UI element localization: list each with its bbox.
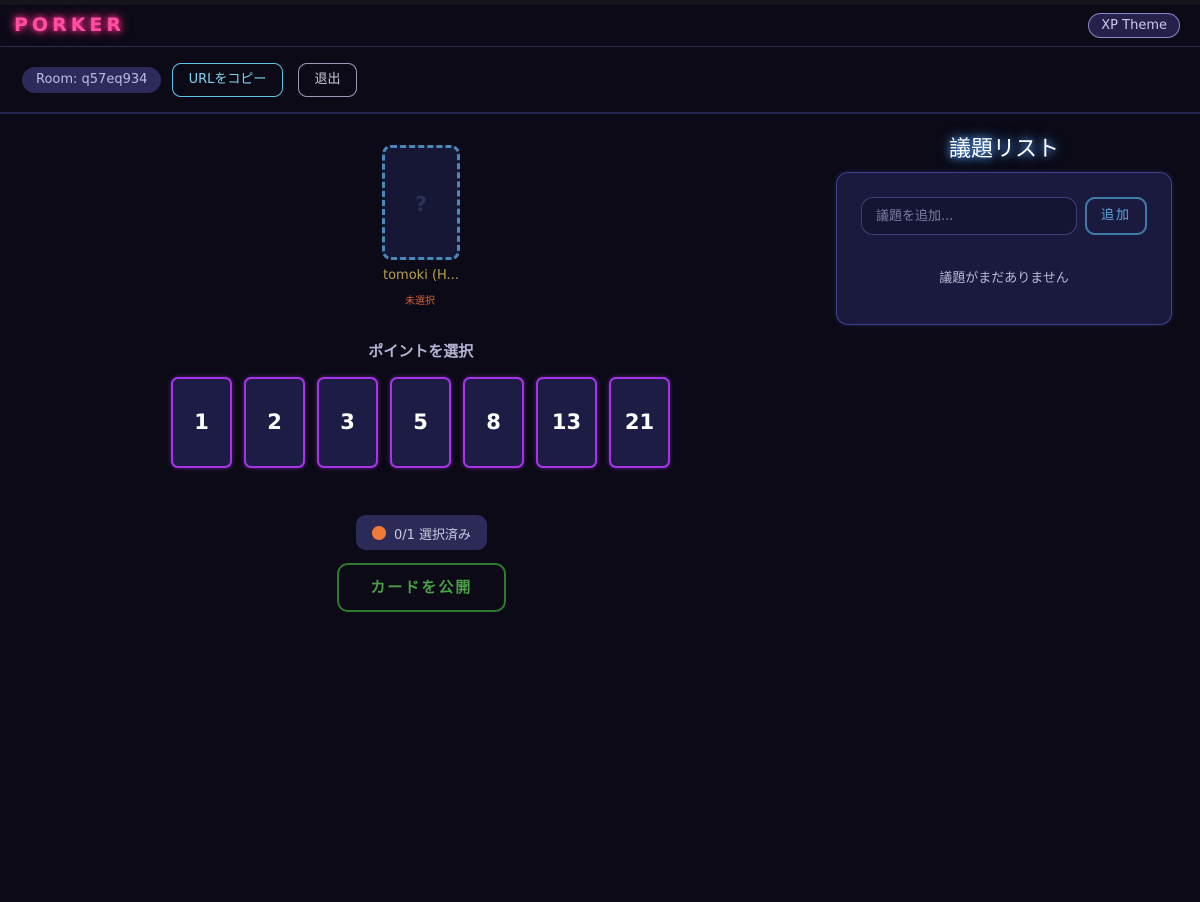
point-card-3[interactable]: 3 [317,377,378,468]
player-name: tomoki (H... [383,268,459,283]
point-card-2[interactable]: 2 [244,377,305,468]
app-header: PORKER XP Theme [0,5,1200,47]
point-card-21[interactable]: 21 [609,377,670,468]
vote-status-badge: 0/1 選択済み [356,515,487,550]
theme-toggle-button[interactable]: XP Theme [1088,13,1180,38]
copy-url-button[interactable]: URLをコピー [172,63,283,97]
topic-list-title: 議題リスト [948,137,1059,162]
point-card-13[interactable]: 13 [536,377,597,468]
point-card-8[interactable]: 8 [463,377,524,468]
player-status: 未選択 [405,296,435,307]
vote-status-text: 0/1 選択済み [394,528,472,543]
add-topic-button[interactable]: 追加 [1085,197,1147,235]
reveal-cards-button[interactable]: カードを公開 [337,563,506,612]
topic-empty-message: 議題がまだありません [939,271,1069,286]
player-card: ? [382,145,460,260]
room-id-badge: Room: q57eq934 [22,67,162,93]
app-logo: PORKER [14,14,126,36]
point-card-1[interactable]: 1 [171,377,232,468]
room-toolbar: Room: q57eq934 URLをコピー 退出 [0,48,1200,114]
exit-button[interactable]: 退出 [298,63,357,97]
topic-list-panel: 追加 議題がまだありません [836,172,1172,325]
point-card-5[interactable]: 5 [390,377,451,468]
player-card-placeholder: ? [415,192,427,216]
status-dot-icon [372,526,386,540]
point-selector-title: ポイントを選択 [368,342,474,360]
topic-input[interactable] [861,197,1077,235]
